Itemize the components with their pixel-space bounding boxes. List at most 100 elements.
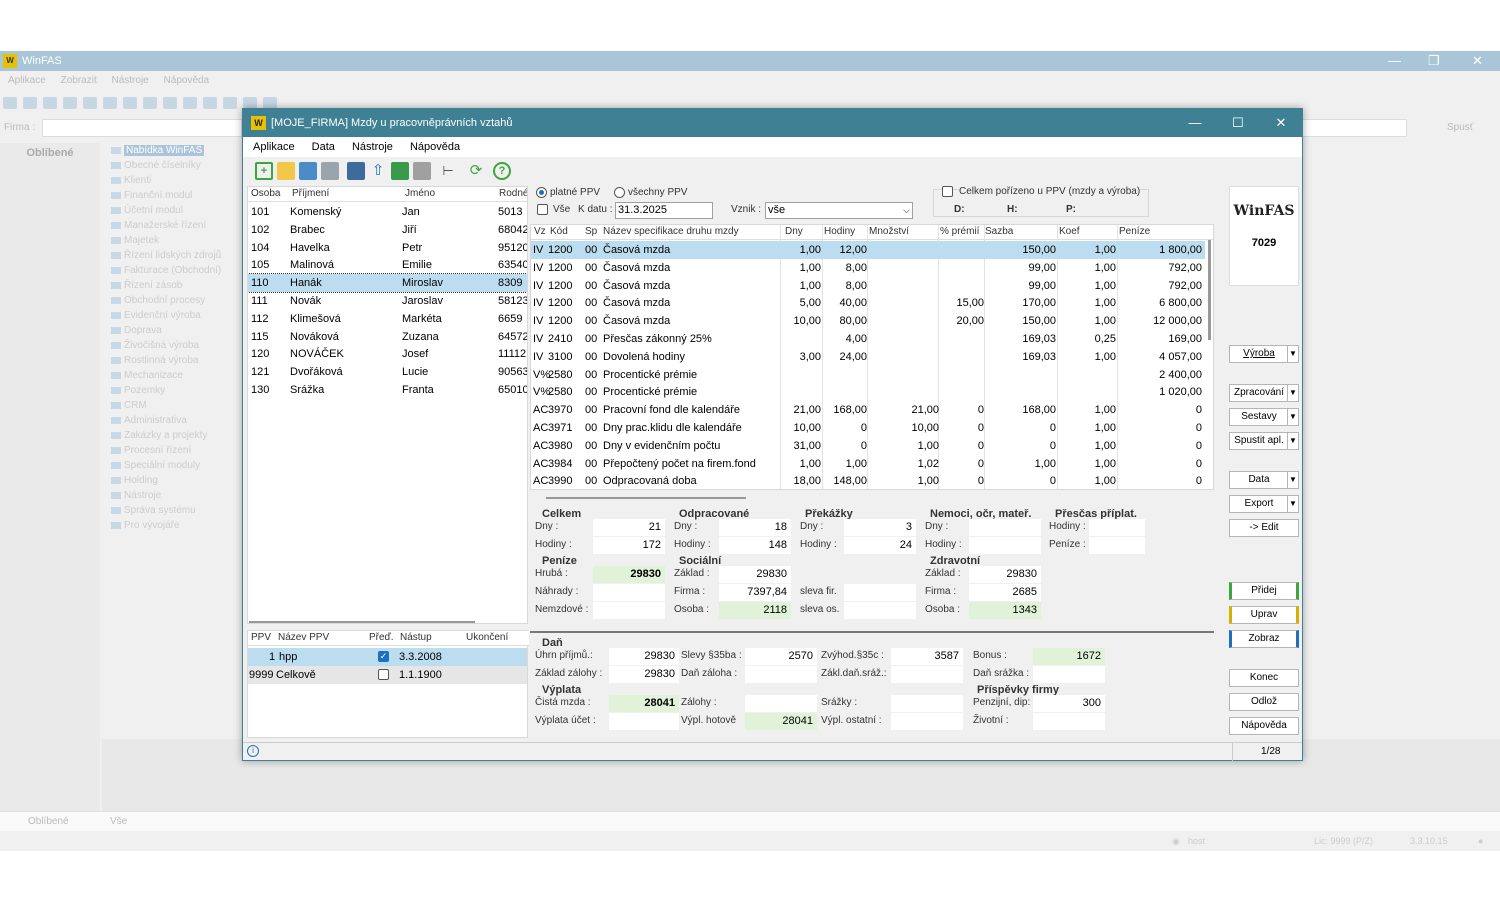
zpracovani-button[interactable]: Zpracování — [1229, 384, 1289, 402]
col-nazev[interactable]: Název specifikace druhu mzdy — [603, 226, 739, 237]
sestavy-dropdown-icon[interactable]: ▼ — [1287, 408, 1299, 426]
tree-item[interactable]: Klienti — [104, 173, 244, 188]
info-icon[interactable]: i — [247, 745, 259, 757]
toolbar-icon[interactable] — [143, 97, 157, 109]
maximize-icon[interactable]: ☐ — [1218, 109, 1258, 137]
spustit-button[interactable]: Spustit apl. — [1229, 432, 1289, 450]
col-nastup[interactable]: Nástup — [400, 632, 432, 643]
tree-item[interactable]: Doprava — [104, 323, 244, 338]
person-row[interactable]: 121 Dvořáková Lucie 90563 — [248, 363, 527, 381]
menu-zobrazit[interactable]: Zobrazit — [61, 75, 97, 86]
col-premie[interactable]: % prémií — [940, 226, 979, 237]
wage-row[interactable]: AC 3980 00 Dny v evidenčním počtu 31,00 0 1,00… — [531, 437, 1205, 455]
data-dropdown-icon[interactable]: ▼ — [1287, 471, 1299, 489]
vyroba-dropdown-icon[interactable]: ▼ — [1287, 345, 1299, 363]
toolbar-icon[interactable] — [123, 97, 137, 109]
predchozi-checkbox[interactable]: ✓ — [378, 651, 389, 662]
tree-item[interactable]: Řízení zásob — [104, 278, 244, 293]
edit-icon[interactable] — [277, 162, 295, 180]
edit-button[interactable]: -> Edit — [1229, 519, 1299, 537]
col-kod[interactable]: Kód — [550, 226, 568, 237]
tree-item[interactable]: Mechanizace — [104, 368, 244, 383]
person-row[interactable]: 105 Malinová Emilie 63540 — [248, 256, 527, 274]
export-icon[interactable]: ⇧ — [369, 162, 387, 180]
menu-aplikace[interactable]: Aplikace — [8, 75, 46, 86]
vyroba-button[interactable]: Výroba — [1229, 345, 1289, 363]
sestavy-button[interactable]: Sestavy — [1229, 408, 1289, 426]
vse-checkbox[interactable] — [537, 204, 548, 215]
launch-input[interactable] — [1302, 119, 1407, 137]
menu-napoveda[interactable]: Nápověda — [410, 141, 460, 153]
tree-item[interactable]: CRM — [104, 398, 244, 413]
export-dropdown-icon[interactable]: ▼ — [1287, 495, 1299, 513]
toolbar-icon[interactable] — [163, 97, 177, 109]
horizontal-scrollbar[interactable] — [546, 497, 746, 499]
ppv-row[interactable]: 1 hpp ✓ 3.3.2008 — [248, 648, 527, 666]
close-icon[interactable]: ✕ — [1261, 109, 1301, 137]
person-row[interactable]: 111 Novák Jaroslav 58123 — [248, 292, 527, 310]
kdatu-input[interactable]: 31.3.2025 — [615, 202, 713, 219]
tab-vse[interactable]: Vše — [110, 812, 127, 832]
vznik-select[interactable]: vše ⌵ — [765, 202, 913, 219]
col-hodiny[interactable]: Hodiny — [824, 226, 855, 237]
predchozi-checkbox[interactable] — [378, 669, 389, 680]
col-mnozstvi[interactable]: Množství — [869, 226, 909, 237]
col-rodne[interactable]: Rodné — [499, 188, 527, 199]
col-ppv[interactable]: PPV — [251, 632, 271, 643]
col-pred[interactable]: Přeď. — [369, 632, 394, 643]
toolbar-icon[interactable] — [3, 97, 17, 109]
tree-item[interactable]: Obecné číselníky — [104, 158, 244, 173]
person-row[interactable]: 130 Srážka Franta 65010 — [248, 381, 527, 399]
col-sazba[interactable]: Sazba — [985, 226, 1013, 237]
minimize-icon[interactable]: — — [1175, 109, 1215, 137]
wage-row[interactable]: AC 3970 00 Pracovní fond dle kalendáře 21,00… — [531, 401, 1205, 419]
horizontal-scrollbar[interactable] — [249, 621, 475, 623]
toolbar-icon[interactable] — [183, 97, 197, 109]
wage-row[interactable]: V% 2580 00 Procentické prémie 1 020,00 — [531, 383, 1205, 401]
toolbar-icon[interactable] — [83, 97, 97, 109]
wage-row[interactable]: IV 1200 00 Časová mzda 10,00 80,00 20,00 150,00… — [531, 312, 1205, 330]
tree-item[interactable]: Zakázky a projekty — [104, 428, 244, 443]
help-icon[interactable]: ? — [493, 162, 511, 180]
toolbar-icon[interactable] — [203, 97, 217, 109]
tab-oblibene[interactable]: Oblíbené — [28, 812, 69, 832]
tree-item[interactable]: Správa systému — [104, 503, 244, 518]
col-dny[interactable]: Dny — [785, 226, 803, 237]
col-osoba[interactable]: Osoba — [251, 188, 280, 199]
toolbar-icon[interactable] — [43, 97, 57, 109]
firma-input[interactable] — [42, 119, 242, 137]
wage-row[interactable]: IV 1200 00 Časová mzda 5,00 40,00 15,00 170,00 1… — [531, 294, 1205, 312]
person-row[interactable]: 115 Nováková Zuzana 64572 — [248, 328, 527, 346]
napoveda-button[interactable]: Nápověda — [1229, 717, 1299, 735]
spust-button[interactable]: Spusť — [1447, 122, 1474, 133]
wage-row[interactable]: IV 3100 00 Dovolená hodiny 3,00 24,00 169,03 1,… — [531, 348, 1205, 366]
tree-item[interactable]: Procesní řízení — [104, 443, 244, 458]
menu-nastroje[interactable]: Nástroje — [112, 75, 149, 86]
zobraz-button[interactable]: Zobraz — [1229, 630, 1299, 648]
radio-vsechny-ppv[interactable] — [614, 187, 625, 198]
save-icon[interactable] — [299, 162, 317, 180]
menu-napoveda[interactable]: Nápověda — [164, 75, 210, 86]
grid-icon[interactable] — [391, 162, 409, 180]
ppv-row[interactable]: 9999 Celkově 1.1.1900 — [248, 666, 527, 684]
wage-row[interactable]: IV 1200 00 Časová mzda 1,00 8,00 99,00 1,00 792,… — [531, 277, 1205, 295]
tree-item[interactable]: Majetek — [104, 233, 244, 248]
wage-row[interactable]: V% 2580 00 Procentické prémie 2 400,00 — [531, 366, 1205, 384]
col-nazev-ppv[interactable]: Název PPV — [278, 632, 329, 643]
restore-icon[interactable]: ❐ — [1428, 51, 1440, 71]
tree-item[interactable]: Holding — [104, 473, 244, 488]
tree-item[interactable]: Rostlinná výroba — [104, 353, 244, 368]
tree-item[interactable]: Evidenční výroba — [104, 308, 244, 323]
konec-button[interactable]: Konec — [1229, 669, 1299, 687]
col-vz[interactable]: Vz — [534, 226, 546, 237]
menu-data[interactable]: Data — [312, 141, 335, 153]
tree-item[interactable]: Živočišná výroba — [104, 338, 244, 353]
col-sp[interactable]: Sp — [585, 226, 597, 237]
wage-row[interactable]: IV 2410 00 Přesčas zákonný 25% 4,00 169,03 0,2… — [531, 330, 1205, 348]
col-jmeno[interactable]: Jméno — [405, 188, 435, 199]
tree-item[interactable]: Účetní modul — [104, 203, 244, 218]
person-row[interactable]: 104 Havelka Petr 95120 — [248, 239, 527, 257]
wage-row[interactable]: AC 3990 00 Odpracovaná doba 18,00 148,00 1,00 0… — [531, 472, 1205, 489]
zpracovani-dropdown-icon[interactable]: ▼ — [1287, 384, 1299, 402]
wage-row[interactable]: AC 3971 00 Dny prac.klidu dle kalendáře 10,0… — [531, 419, 1205, 437]
